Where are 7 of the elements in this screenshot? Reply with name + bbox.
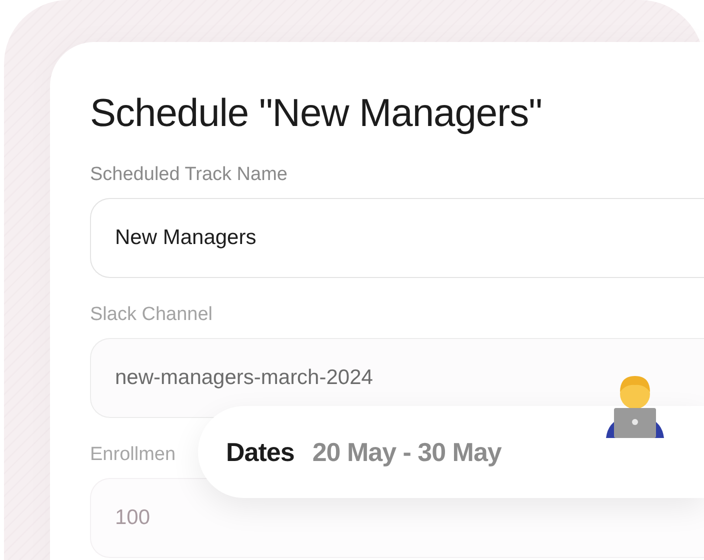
dates-label: Dates	[226, 436, 294, 468]
dates-value: 20 May - 30 May	[312, 436, 502, 468]
input-field[interactable]: New Managers	[90, 198, 704, 278]
field-label: Slack Channel	[90, 303, 213, 327]
field-label: Scheduled Track Name	[90, 163, 288, 187]
field-label: Enrollmen	[90, 443, 176, 467]
form-title: Schedule "New Managers"	[90, 91, 542, 137]
